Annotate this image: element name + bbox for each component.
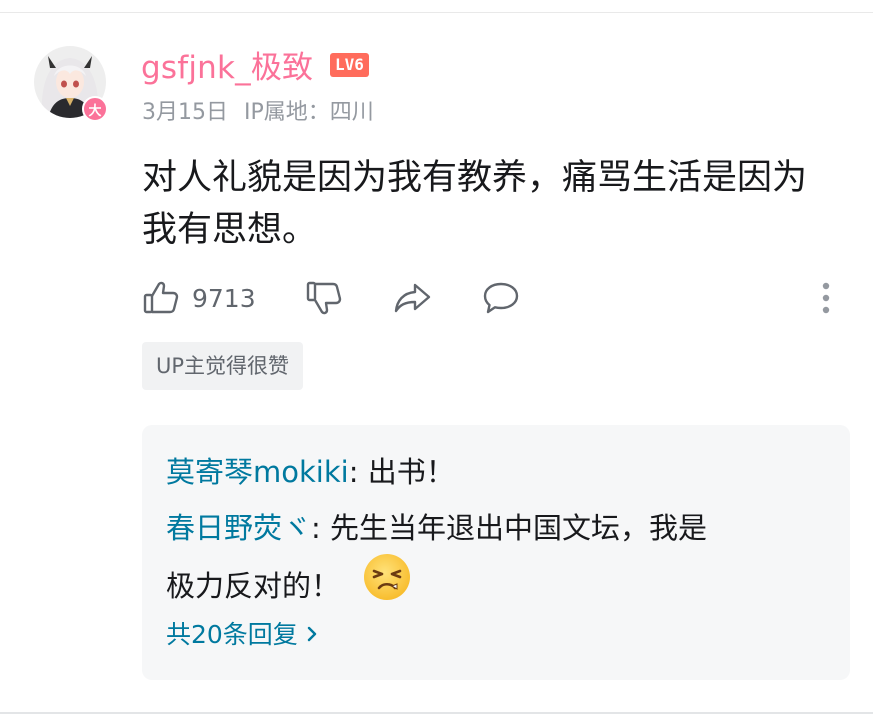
action-bar: 9713 — [142, 279, 842, 319]
reply-text: 极力反对的！ — [166, 569, 341, 603]
reply-separator: : — [348, 455, 368, 489]
reply-item-continued[interactable]: 极力反对的！ — [166, 554, 412, 618]
more-options-button[interactable] — [819, 281, 833, 317]
reply-item[interactable]: 莫寄琴mokiki: 出书！ — [166, 446, 455, 498]
reply-text: 先生当年退出中国文坛，我是 — [330, 511, 708, 545]
reply-text: 出书！ — [367, 455, 455, 489]
share-button[interactable] — [393, 279, 433, 317]
reply-username[interactable]: 春日野荧ヾ — [166, 511, 311, 545]
dislike-button[interactable] — [305, 279, 343, 317]
username[interactable]: gsfjnk_极致 — [141, 42, 313, 87]
share-icon — [393, 279, 433, 317]
comment-date: 3月15日 — [142, 100, 228, 125]
view-all-replies-link[interactable]: 共20条回复 — [166, 615, 318, 655]
level-badge: LV6 — [330, 53, 369, 77]
comment-meta: 3月15日 IP属地：四川 — [142, 94, 374, 126]
up-liked-tag: UP主觉得很赞 — [142, 342, 304, 390]
thumbs-down-icon — [305, 279, 343, 317]
view-all-replies-label: 共20条回复 — [166, 620, 298, 649]
more-vertical-icon — [819, 281, 833, 317]
chevron-right-icon — [298, 615, 318, 655]
reply-item[interactable]: 春日野荧ヾ: 先生当年退出中国文坛，我是 — [166, 502, 826, 554]
comment-text-line: 对人礼貌是因为我有教养，痛骂生活是因为 — [142, 158, 808, 198]
like-button[interactable]: 9713 — [142, 279, 256, 317]
thumbs-up-icon — [142, 279, 180, 317]
reply-button[interactable] — [481, 279, 521, 317]
annoyed-emoji — [362, 552, 412, 618]
avatar-badge: 大 — [82, 96, 108, 122]
like-count: 9713 — [192, 283, 256, 313]
ip-location: IP属地：四川 — [244, 100, 374, 125]
reply-preview-box[interactable]: 莫寄琴mokiki: 出书！ 春日野荧ヾ: 先生当年退出中国文坛，我是 极力反对… — [142, 425, 850, 680]
reply-separator: : — [311, 511, 331, 545]
comment-icon — [481, 279, 521, 317]
comment-text-line: 我有思想。 — [142, 210, 318, 250]
comment-text: 对人礼貌是因为我有教养，痛骂生活是因为 我有思想。 — [142, 152, 842, 256]
top-divider — [0, 12, 873, 13]
bottom-divider — [0, 712, 873, 714]
reply-username[interactable]: 莫寄琴mokiki — [166, 455, 349, 489]
